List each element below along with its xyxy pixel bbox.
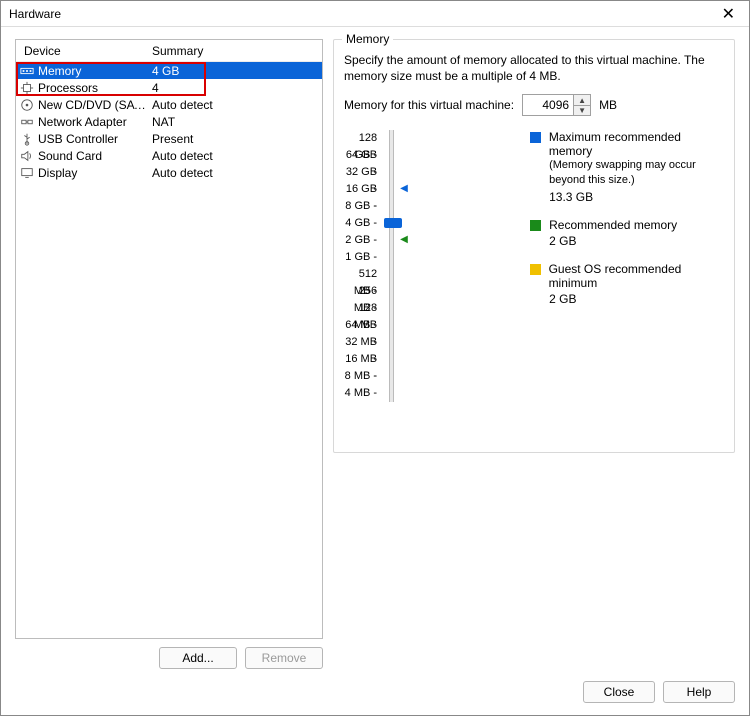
device-summary: Auto detect [148,166,322,180]
legend-min-value: 2 GB [549,292,724,306]
slider-ticks: 128 GB -64 GB -32 GB -16 GB -8 GB -4 GB … [344,130,379,402]
device-summary: Auto detect [148,149,322,163]
device-name: Display [38,166,148,180]
swatch-max [530,132,541,143]
usb-icon [16,132,38,146]
legend-max-value: 13.3 GB [549,190,724,204]
device-list: Device Summary Memory4 GBProcessors4New … [15,39,323,639]
tick-7: 1 GB - [344,249,379,266]
slider-bar[interactable]: ◀◀ [389,130,394,402]
memory-input-label: Memory for this virtual machine: [344,98,514,112]
header-device[interactable]: Device [16,44,148,58]
device-name: New CD/DVD (SATA) [38,98,148,112]
sound-icon [16,149,38,163]
device-row-network-adapter[interactable]: Network AdapterNAT [16,113,322,130]
tick-1: 64 GB - [344,147,379,164]
device-row-memory[interactable]: Memory4 GB [16,62,322,79]
memory-input[interactable] [523,95,573,115]
memory-unit: MB [599,98,617,112]
marker-max-icon: ◀ [400,183,408,194]
legend: Maximum recommended memory (Memory swapp… [530,130,724,402]
tick-5: 4 GB - [344,215,379,232]
marker-rec-icon: ◀ [400,234,408,245]
device-row-sound-card[interactable]: Sound CardAuto detect [16,147,322,164]
tick-11: 64 MB - [344,317,379,334]
device-row-new-cd-dvd-sata-[interactable]: New CD/DVD (SATA)Auto detect [16,96,322,113]
tick-4: 8 GB - [344,198,379,215]
device-name: Sound Card [38,149,148,163]
close-icon[interactable]: ✕ [716,4,741,24]
tick-6: 2 GB - [344,232,379,249]
left-buttons: Add... Remove [15,647,323,669]
device-summary: Auto detect [148,98,322,112]
group-label: Memory [342,32,393,46]
device-summary: 4 GB [148,64,322,78]
device-summary: Present [148,132,322,146]
device-name: USB Controller [38,132,148,146]
legend-min-label: Guest OS recommended minimum [549,262,724,290]
device-list-header: Device Summary [16,40,322,62]
legend-max-label: Maximum recommended memory [549,130,724,158]
device-row-usb-controller[interactable]: USB ControllerPresent [16,130,322,147]
device-name: Network Adapter [38,115,148,129]
tick-3: 16 GB - [344,181,379,198]
device-name: Processors [38,81,148,95]
legend-rec: Recommended memory 2 GB [530,218,724,248]
footer: Close Help [1,675,749,715]
memory-input-row: Memory for this virtual machine: ▲ ▼ MB [344,94,724,116]
titlebar: Hardware ✕ [1,1,749,27]
network-icon [16,115,38,129]
cpu-icon [16,81,38,95]
header-summary[interactable]: Summary [148,44,322,58]
legend-min: Guest OS recommended minimum 2 GB [530,262,724,306]
device-summary: NAT [148,115,322,129]
remove-button: Remove [245,647,323,669]
body: Device Summary Memory4 GBProcessors4New … [1,27,749,675]
device-summary: 4 [148,81,322,95]
memory-icon [16,64,38,78]
tick-0: 128 GB - [344,130,379,147]
tick-9: 256 MB - [344,283,379,300]
memory-spinner[interactable]: ▲ ▼ [522,94,591,116]
disc-icon [16,98,38,112]
help-button[interactable]: Help [663,681,735,703]
tick-14: 8 MB - [344,368,379,385]
slider-area: 128 GB -64 GB -32 GB -16 GB -8 GB -4 GB … [344,130,724,402]
tick-10: 128 MB - [344,300,379,317]
swatch-rec [530,220,541,231]
window-title: Hardware [9,7,716,21]
tick-13: 16 MB - [344,351,379,368]
spinner-down-icon[interactable]: ▼ [574,106,590,116]
memory-description: Specify the amount of memory allocated t… [344,52,724,84]
spinner-buttons: ▲ ▼ [573,95,590,115]
tick-2: 32 GB - [344,164,379,181]
swatch-min [530,264,540,275]
spinner-up-icon[interactable]: ▲ [574,95,590,106]
close-button[interactable]: Close [583,681,655,703]
display-icon [16,166,38,180]
memory-group: Memory Specify the amount of memory allo… [333,39,735,453]
left-pane: Device Summary Memory4 GBProcessors4New … [15,39,323,669]
legend-max-sub: (Memory swapping may occur beyond this s… [549,158,724,188]
slider-thumb[interactable] [384,218,402,228]
legend-rec-label: Recommended memory [549,218,677,232]
tick-15: 4 MB - [344,385,379,402]
hardware-window: Hardware ✕ Device Summary Memory4 GBProc… [0,0,750,716]
legend-rec-value: 2 GB [549,234,724,248]
device-row-display[interactable]: DisplayAuto detect [16,164,322,181]
add-button[interactable]: Add... [159,647,237,669]
tick-8: 512 MB - [344,266,379,283]
legend-max: Maximum recommended memory (Memory swapp… [530,130,724,204]
device-rows: Memory4 GBProcessors4New CD/DVD (SATA)Au… [16,62,322,181]
device-row-processors[interactable]: Processors4 [16,79,322,96]
right-pane: Memory Specify the amount of memory allo… [333,39,735,669]
tick-12: 32 MB - [344,334,379,351]
device-name: Memory [38,64,148,78]
